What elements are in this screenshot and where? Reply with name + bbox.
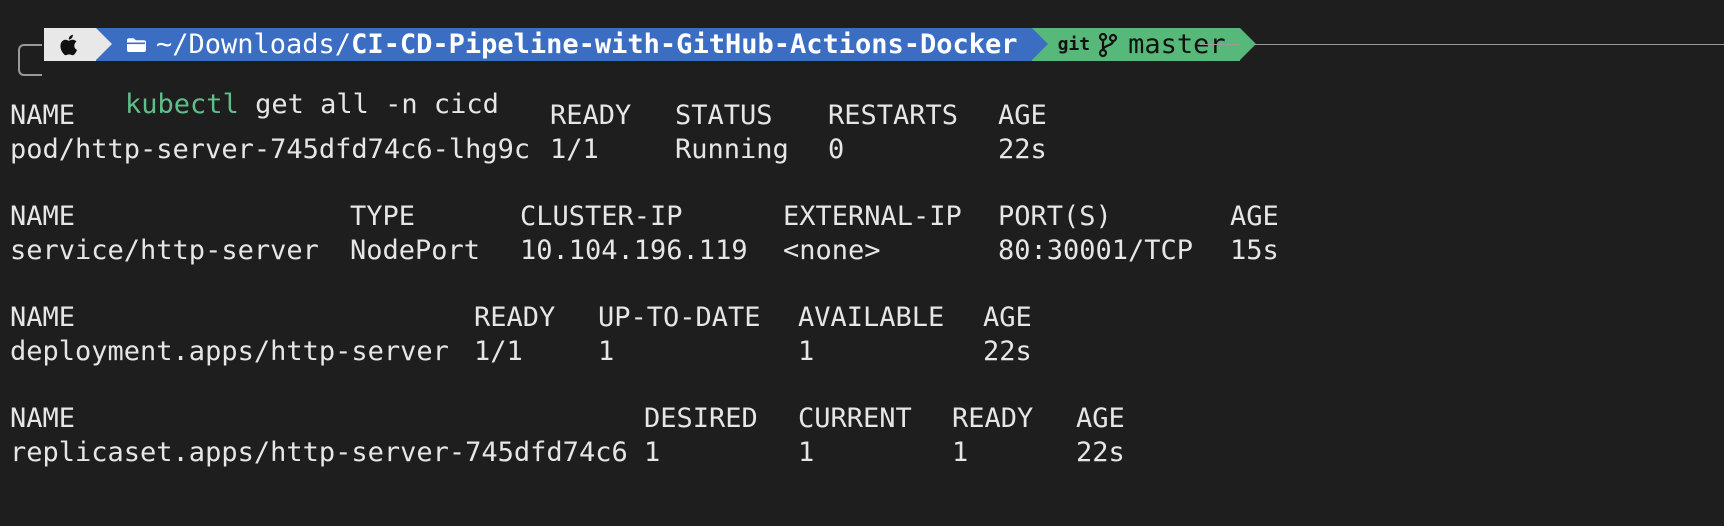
header-cell: NAME [10,403,76,434]
table-cell: Running [675,134,789,165]
header-cell: UP-TO-DATE [598,302,761,333]
header-cell: AGE [983,302,1032,333]
header-cell: READY [952,403,1034,434]
table-cell: 1 [798,336,815,367]
header-cell: PORT(S) [998,201,1112,232]
table-cell: <none> [783,235,881,266]
terminal-window[interactable]: ~/Downloads/CI-CD-Pipeline-with-GitHub-A… [0,0,1724,526]
table-cell: replicaset.apps/http-server-745dfd74c6 [10,437,628,468]
table-cell: 0 [828,134,845,165]
header-cell: AGE [998,100,1047,131]
table-cell: 15s [1230,235,1279,266]
table-header-row: NAME DESIRED CURRENT READY AGE [0,402,1125,436]
table-cell: NodePort [350,235,481,266]
table-cell: 10.104.196.119 [520,235,748,266]
directory-name: CI-CD-Pipeline-with-GitHub-Actions-Docke… [351,29,1018,60]
header-cell: EXTERNAL-IP [783,201,962,232]
git-label: git [1057,34,1091,55]
table-cell: 1/1 [550,134,599,165]
table-cell: service/http-server [10,235,319,266]
header-cell: READY [474,302,556,333]
table-header-row: NAME TYPE CLUSTER-IP EXTERNAL-IP PORT(S)… [0,200,1279,234]
table-cell: 22s [998,134,1047,165]
header-cell: NAME [10,201,76,232]
directory-prefix: ~/Downloads/ [156,29,352,60]
prompt-directory-segment: ~/Downloads/CI-CD-Pipeline-with-GitHub-A… [96,28,1048,61]
header-cell: RESTARTS [828,100,959,131]
table-cell: 80:30001/TCP [998,235,1194,266]
table-cell: deployment.apps/http-server [10,336,449,367]
prompt-bar: ~/Downloads/CI-CD-Pipeline-with-GitHub-A… [44,28,1256,61]
header-cell: NAME [10,100,76,131]
header-cell: CLUSTER-IP [520,201,683,232]
header-cell: TYPE [350,201,416,232]
header-cell: STATUS [675,100,773,131]
command-name: kubectl [125,89,239,120]
table-row: service/http-server NodePort 10.104.196.… [0,234,1279,268]
header-cell: READY [550,100,632,131]
table-cell: 1/1 [474,336,523,367]
table-cell: pod/http-server-745dfd74c6-lhg9c [10,134,531,165]
table-row: deployment.apps/http-server 1/1 1 1 22s [0,335,1032,369]
table-cell: 22s [1076,437,1125,468]
header-cell: AVAILABLE [798,302,945,333]
command-args: get all -n cicd [238,89,499,120]
command-line[interactable]: kubectl get all -n cicd [60,60,499,120]
prompt-corner-decoration [18,44,42,76]
table-row: replicaset.apps/http-server-745dfd74c6 1… [0,436,1125,470]
table-cell: 1 [952,437,969,468]
folder-icon [127,37,146,52]
header-cell: DESIRED [644,403,758,434]
git-branch-icon [1098,32,1118,57]
table-cell: 1 [644,437,661,468]
apple-icon [60,34,77,55]
table-header-row: NAME READY UP-TO-DATE AVAILABLE AGE [0,301,1032,335]
table-header-row: NAME READY STATUS RESTARTS AGE [0,99,1047,133]
prompt-os-segment [44,28,112,61]
table-cell: 1 [798,437,815,468]
header-cell: CURRENT [798,403,912,434]
header-cell: NAME [10,302,76,333]
table-cell: 22s [983,336,1032,367]
prompt-rule-line [1200,44,1724,45]
table-cell: 1 [598,336,615,367]
header-cell: AGE [1076,403,1125,434]
header-cell: AGE [1230,201,1279,232]
table-row: pod/http-server-745dfd74c6-lhg9c 1/1 Run… [0,133,1047,167]
